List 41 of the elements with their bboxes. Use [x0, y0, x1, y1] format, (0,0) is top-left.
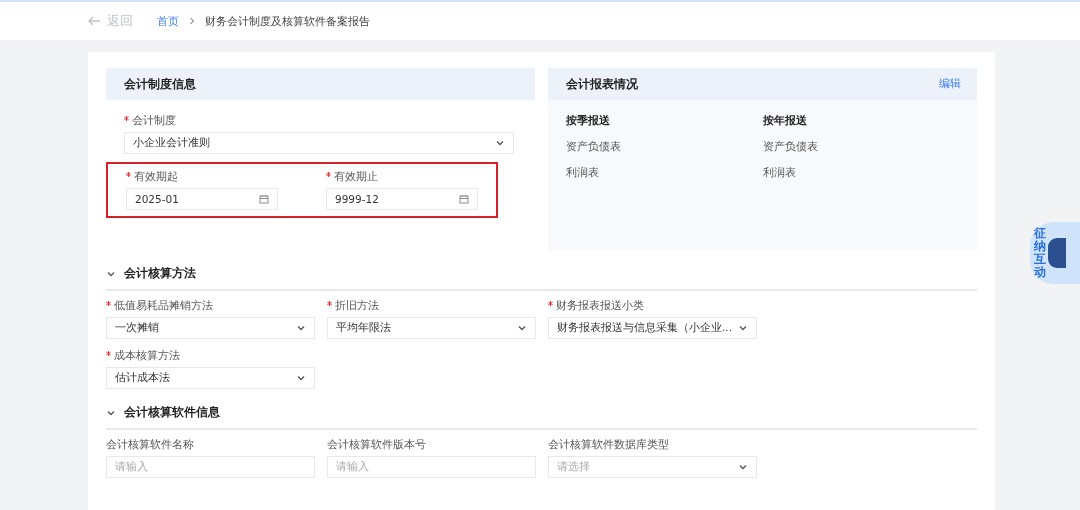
- panel-title: 会计报表情况: [566, 76, 638, 92]
- field-value: 小企业会计准则: [133, 136, 210, 150]
- label-text: 有效期起: [134, 170, 178, 184]
- report-item: 利润表: [762, 166, 797, 180]
- panel-title: 会计制度信息: [124, 76, 196, 92]
- breadcrumb-current: 财务会计制度及核算软件备案报告: [205, 13, 370, 29]
- select-field[interactable]: 平均年限法: [327, 317, 536, 339]
- select-field[interactable]: 财务报表报送与信息采集（小企业...: [548, 317, 757, 339]
- label-text: 会计核算软件数据库类型: [548, 438, 669, 452]
- edit-link[interactable]: 编辑: [939, 77, 961, 91]
- field-value: 平均年限法: [336, 321, 391, 335]
- field-value: 估计成本法: [115, 371, 170, 385]
- select-field[interactable]: 小企业会计准则: [124, 132, 514, 154]
- field-placeholder: 请输入: [115, 460, 148, 474]
- report-item: 资产负债表: [566, 140, 622, 154]
- field-value: 9999-12: [335, 193, 379, 205]
- column-heading: 按年报送: [762, 114, 808, 128]
- label-text: 低值易耗品摊销方法: [114, 299, 213, 313]
- label-text: 折旧方法: [335, 299, 379, 313]
- field-placeholder: 请选择: [557, 460, 590, 474]
- date-field[interactable]: 2025-01: [126, 188, 278, 210]
- report-item: 资产负债表: [762, 140, 819, 154]
- field-placeholder: 请输入: [336, 460, 369, 474]
- field-value: 财务报表报送与信息采集（小企业...: [557, 321, 732, 335]
- breadcrumb-link[interactable]: 首页: [157, 13, 179, 29]
- column-heading: 按季报送: [566, 114, 611, 128]
- date-field[interactable]: 9999-12: [326, 188, 478, 210]
- select-field[interactable]: 估计成本法: [106, 367, 315, 389]
- label-text: 成本核算方法: [114, 349, 180, 363]
- report-item: 利润表: [566, 166, 600, 180]
- section-header[interactable]: 会计核算方法: [106, 262, 196, 285]
- label-text: 财务报表报送小类: [556, 299, 644, 313]
- select-field[interactable]: 一次摊销: [106, 317, 315, 339]
- assistant-widget[interactable]: 征纳互动: [1030, 222, 1080, 284]
- field-value: 2025-01: [135, 193, 179, 205]
- label-text: 会计制度: [132, 114, 176, 128]
- label-text: 有效期止: [334, 170, 378, 184]
- label-text: 会计核算软件名称: [106, 438, 194, 452]
- section-header[interactable]: 会计核算软件信息: [106, 401, 220, 424]
- label-text: 会计核算软件版本号: [327, 438, 426, 452]
- field-value: 一次摊销: [115, 321, 159, 335]
